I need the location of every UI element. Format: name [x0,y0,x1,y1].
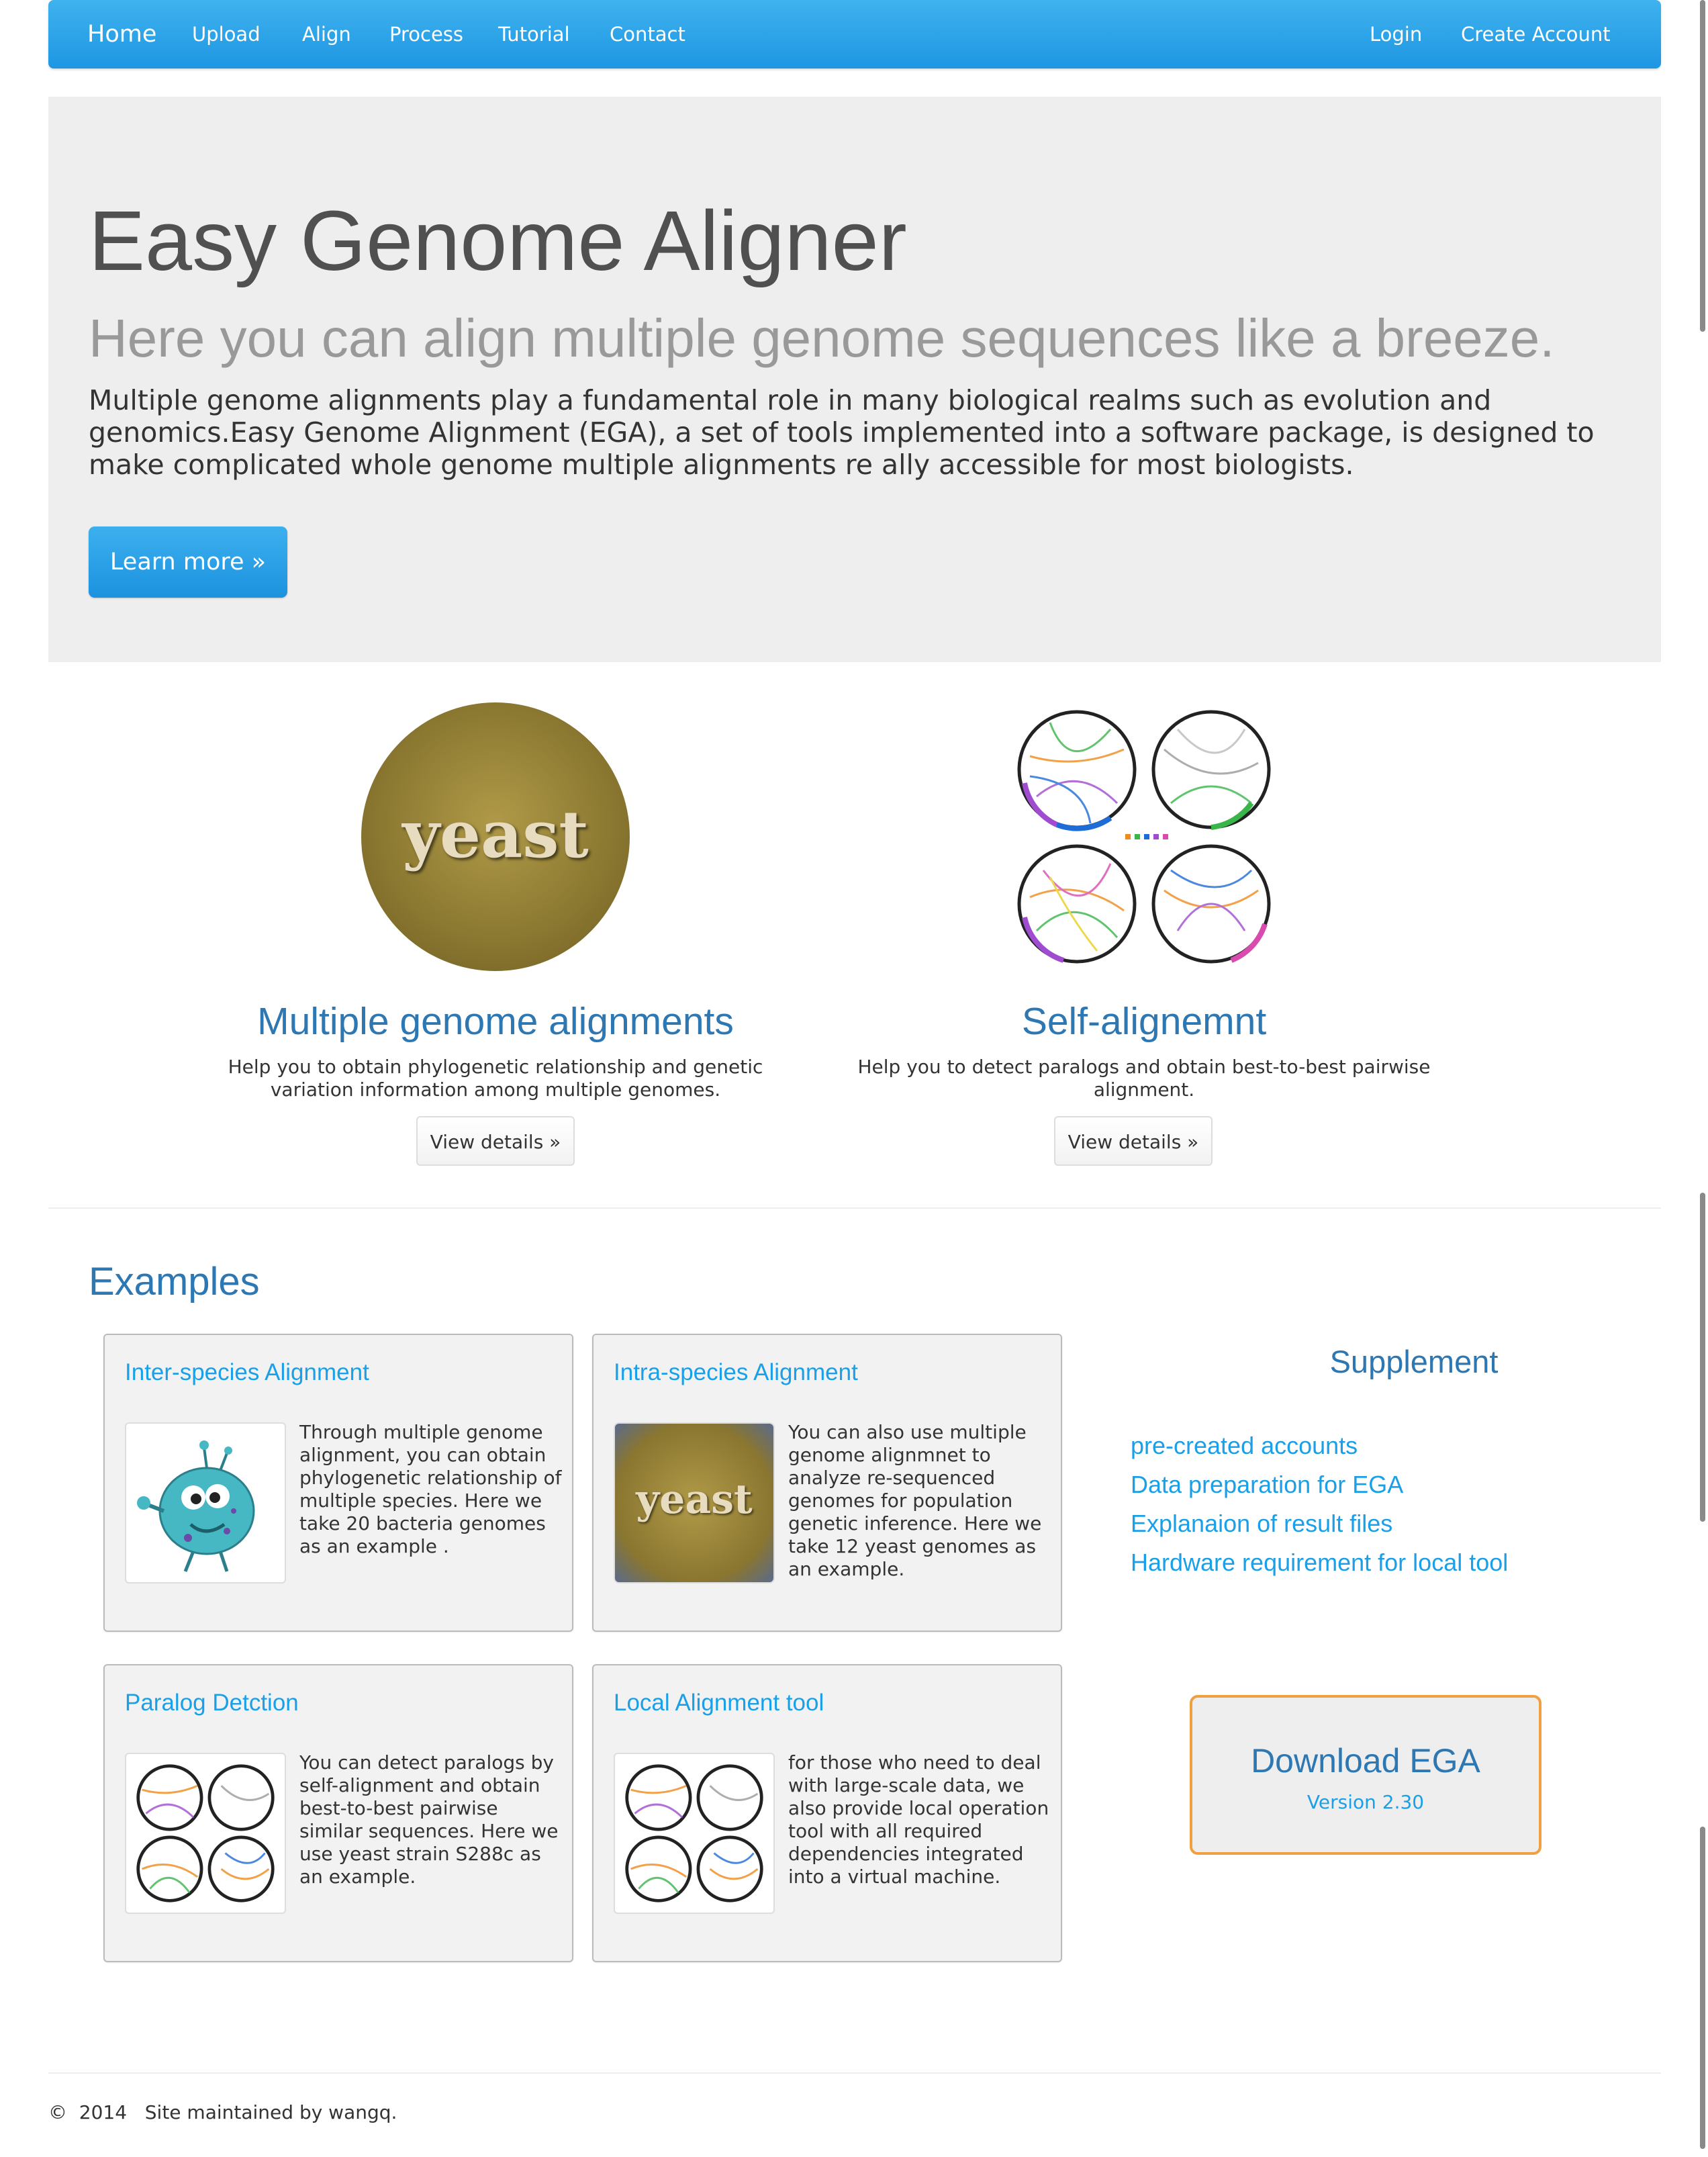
nav-process-link[interactable]: Process [389,0,463,68]
page-subtitle: Here you can align multiple genome seque… [89,308,1555,368]
section-divider [48,1207,1661,1209]
top-navbar: Home Upload Align Process Tutorial Conta… [48,0,1661,68]
example-card-local-tool: Local Alignment tool for those who need … [592,1664,1062,1962]
bacteria-cartoon-icon[interactable] [125,1422,286,1584]
hero-jumbotron: Easy Genome Aligner Here you can align m… [48,97,1661,662]
card-title-local-tool[interactable]: Local Alignment tool [614,1688,824,1718]
scrollbar-thumb[interactable] [1700,1193,1705,1522]
nav-contact-link[interactable]: Contact [610,0,685,68]
circos-plot-icon [1010,702,1278,971]
card-text-inter-species: Through multiple genome alignment, you c… [299,1421,562,1557]
card-title-paralog[interactable]: Paralog Detction [125,1688,299,1718]
feature-title-self-alignment: Self-alignemnt [1021,1000,1267,1043]
feature-desc-multiple-alignments: Help you to obtain phylogenetic relation… [228,1056,763,1101]
download-title: Download EGA [1251,1742,1480,1780]
card-title-inter-species[interactable]: Inter-species Alignment [125,1358,369,1387]
nav-align-link[interactable]: Align [302,0,351,68]
yeast-image: yeast [361,702,630,971]
learn-more-button[interactable]: Learn more » [89,526,287,598]
supp-link-hardware[interactable]: Hardware requirement for local tool [1131,1543,1508,1582]
footer-divider [48,2072,1661,2074]
nav-home-link[interactable]: Home [87,0,156,68]
example-card-paralog: Paralog Detction You can detect paralogs… [103,1664,573,1962]
download-ega-button[interactable]: Download EGA Version 2.30 [1190,1695,1541,1855]
yeast-thumbnail-text: yeast [636,1476,753,1523]
card-text-intra-species: You can also use multiple genome alignmn… [788,1421,1042,1580]
nav-create-account-link[interactable]: Create Account [1461,0,1611,68]
supp-link-accounts[interactable]: pre-created accounts [1131,1426,1358,1465]
example-card-inter-species: Inter-species Alignment Through multiple… [103,1334,573,1632]
yeast-thumbnail-icon[interactable]: yeast [614,1422,775,1584]
supp-link-data-prep[interactable]: Data preparation for EGA [1131,1465,1403,1504]
feature-title-multiple-alignments: Multiple genome alignments [257,1000,734,1043]
scrollbar-thumb[interactable] [1700,1827,1705,2149]
card-title-intra-species[interactable]: Intra-species Alignment [614,1358,858,1387]
footer-text: © 2014 Site maintained by wangq. [48,2101,397,2123]
card-text-paralog: You can detect paralogs by self-alignmen… [299,1751,559,1888]
nav-tutorial-link[interactable]: Tutorial [498,0,570,68]
view-details-multiple-button[interactable]: View details » [416,1116,575,1166]
hero-description: Multiple genome alignments play a fundam… [89,384,1595,481]
example-card-intra-species: Intra-species Alignment yeast You can al… [592,1334,1062,1632]
feature-desc-self-alignment: Help you to detect paralogs and obtain b… [857,1056,1431,1101]
supp-link-result-files[interactable]: Explanaion of result files [1131,1504,1392,1543]
circos-plot-icon[interactable] [125,1753,286,1914]
yeast-image-text: yeast [402,796,589,872]
circos-plot-icon[interactable] [614,1753,775,1914]
nav-upload-link[interactable]: Upload [192,0,260,68]
nav-login-link[interactable]: Login [1370,0,1422,68]
examples-heading: Examples [89,1260,260,1303]
card-text-local-tool: for those who need to deal with large-sc… [788,1751,1049,1888]
page-title: Easy Genome Aligner [89,193,907,288]
scrollbar-thumb[interactable] [1700,0,1705,332]
supplement-heading: Supplement [1329,1344,1499,1379]
download-version: Version 2.30 [1307,1791,1425,1813]
view-details-self-button[interactable]: View details » [1054,1116,1213,1166]
